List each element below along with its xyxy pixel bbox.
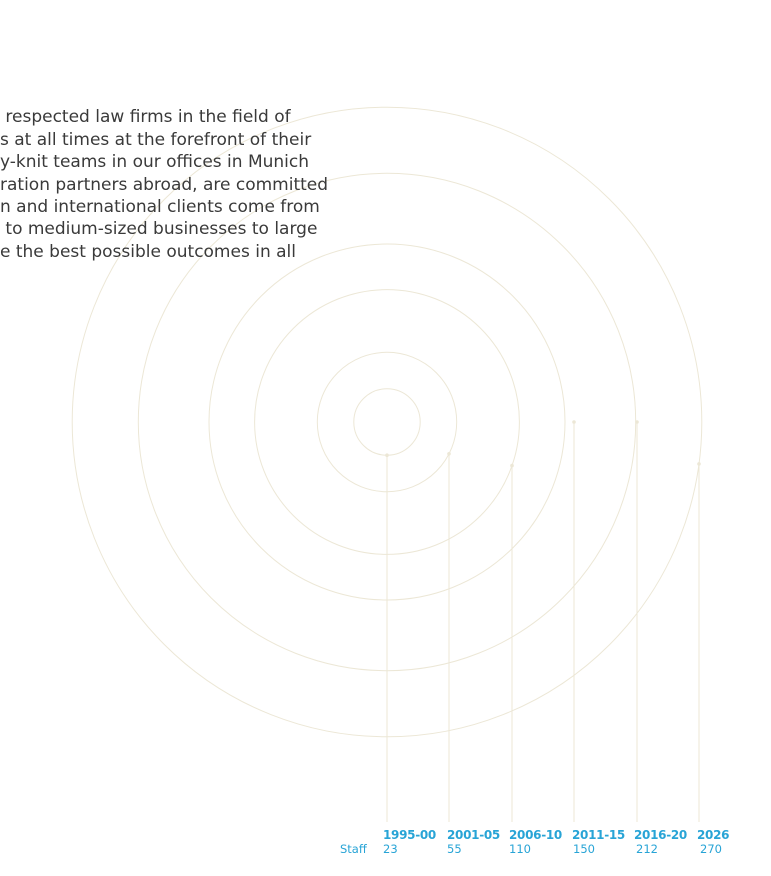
period-label: 2011-15 xyxy=(572,828,625,842)
intro-line: to medium-sized businesses to large xyxy=(0,219,318,240)
staff-point xyxy=(385,453,389,458)
staff-count: 150 xyxy=(573,842,595,856)
staff-count: 23 xyxy=(383,842,398,856)
intro-line: respected law firms in the field of xyxy=(0,107,291,128)
intro-line: n and international clients come from xyxy=(0,197,320,218)
staff-point xyxy=(572,420,576,424)
staff-point xyxy=(697,462,701,466)
period-label: 2001-05 xyxy=(447,828,500,842)
intro-line: s at all times at the forefront of their xyxy=(0,129,312,150)
period-label: 1995-00 xyxy=(383,828,436,842)
period-label: 2026 xyxy=(697,828,730,842)
staff-ring xyxy=(353,388,421,456)
staff-count: 212 xyxy=(636,842,658,856)
staff-count: 55 xyxy=(447,842,462,856)
period-label: 2006-10 xyxy=(509,828,562,842)
staff-count: 110 xyxy=(509,842,531,856)
staff-point xyxy=(635,420,639,424)
staff-axis-label: Staff xyxy=(340,842,367,856)
staff-count: 270 xyxy=(700,842,722,856)
staff-point xyxy=(510,463,514,468)
staff-point xyxy=(447,452,451,456)
intro-line: y-knit teams in our offices in Munich xyxy=(0,152,310,173)
intro-paragraph: respected law firms in the field of s at… xyxy=(0,84,400,263)
intro-line: e the best possible outcomes in all xyxy=(0,241,296,262)
period-label: 2016-20 xyxy=(634,828,687,842)
intro-line: ration partners abroad, are committed xyxy=(0,174,329,195)
